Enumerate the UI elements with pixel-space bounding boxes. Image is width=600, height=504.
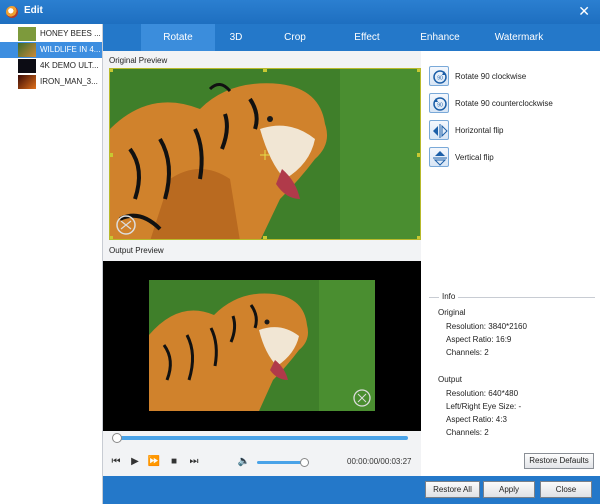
original-heading: Original <box>438 308 466 317</box>
close-icon[interactable]: ✕ <box>578 3 590 20</box>
next-icon[interactable]: ⏭ <box>187 455 201 469</box>
crop-handle[interactable] <box>263 236 267 239</box>
output-channels: Channels: 2 <box>446 428 489 437</box>
crop-handle[interactable] <box>110 236 113 239</box>
seek-handle[interactable] <box>112 433 122 443</box>
output-preview-label: Output Preview <box>109 246 164 255</box>
tab-crop[interactable]: Crop <box>267 24 323 51</box>
info-group: Info Original Resolution: 3840*2160 Aspe… <box>429 292 595 447</box>
output-heading: Output <box>438 375 463 384</box>
file-name: 4K DEMO ULT... <box>40 61 99 70</box>
restore-all-button[interactable]: Restore All <box>425 481 480 498</box>
horizontal-flip-button[interactable]: Horizontal flip <box>429 120 599 142</box>
tab-3d[interactable]: 3D <box>215 24 257 51</box>
horizontal-flip-label: Horizontal flip <box>455 126 504 135</box>
svg-text:90: 90 <box>437 103 443 109</box>
file-name: IRON_MAN_3... <box>40 77 98 86</box>
edit-window: Edit ✕ HONEY BEES ... WILDLIFE IN 4... 4… <box>0 0 600 504</box>
seek-bar[interactable] <box>112 433 408 443</box>
tiger-image <box>110 69 420 239</box>
crop-handle[interactable] <box>110 69 113 72</box>
file-item-iron-man[interactable]: IRON_MAN_3... <box>0 74 102 90</box>
original-channels: Channels: 2 <box>446 348 489 357</box>
output-eye-size: Left/Right Eye Size: - <box>446 402 522 411</box>
tiger-output-image <box>149 280 375 411</box>
tab-enhance[interactable]: Enhance <box>408 24 472 51</box>
rotate-clockwise-label: Rotate 90 clockwise <box>455 72 527 81</box>
vertical-flip-icon <box>429 147 449 167</box>
time-display: 00:00:00/00:03:27 <box>347 457 412 466</box>
rotate-clockwise-icon: 90 <box>429 66 449 86</box>
output-video <box>149 280 375 411</box>
bottom-bar: Restore All Apply Close <box>103 476 600 504</box>
volume-handle[interactable] <box>299 458 309 467</box>
app-logo-icon <box>6 6 18 18</box>
rotate-counterclockwise-button[interactable]: 90 Rotate 90 counterclockwise <box>429 93 599 115</box>
rotate-options-panel: 90 Rotate 90 clockwise 90 Rotate 90 coun… <box>421 51 600 476</box>
svg-text:90: 90 <box>437 76 443 82</box>
rotate-clockwise-button[interactable]: 90 Rotate 90 clockwise <box>429 66 599 88</box>
restore-defaults-button[interactable]: Restore Defaults <box>524 453 594 469</box>
file-list: HONEY BEES ... WILDLIFE IN 4... 4K DEMO … <box>0 24 103 504</box>
file-thumbnail <box>18 27 36 41</box>
apply-button[interactable]: Apply <box>483 481 535 498</box>
title-bar: Edit ✕ <box>0 0 600 24</box>
file-item-4k-demo[interactable]: 4K DEMO ULT... <box>0 58 102 74</box>
original-preview <box>109 68 421 240</box>
rotate-counterclockwise-label: Rotate 90 counterclockwise <box>455 99 553 108</box>
tab-bar: Rotate 3D Crop Effect Enhance Watermark <box>103 24 600 51</box>
play-icon[interactable]: ▶ <box>128 455 142 469</box>
file-name: HONEY BEES ... <box>40 29 100 38</box>
stop-icon[interactable]: ■ <box>167 455 181 469</box>
tab-watermark[interactable]: Watermark <box>483 24 555 51</box>
output-resolution: Resolution: 640*480 <box>446 389 519 398</box>
output-aspect-ratio: Aspect Ratio: 4:3 <box>446 415 507 424</box>
info-title: Info <box>439 292 459 301</box>
crop-handle[interactable] <box>263 69 267 72</box>
volume-slider[interactable] <box>257 458 309 467</box>
original-aspect-ratio: Aspect Ratio: 16:9 <box>446 335 512 344</box>
previous-icon[interactable]: ⏮ <box>109 455 123 469</box>
file-name: WILDLIFE IN 4... <box>40 45 100 54</box>
tab-rotate[interactable]: Rotate <box>141 24 215 51</box>
window-title: Edit <box>24 5 43 16</box>
file-item-honey-bees[interactable]: HONEY BEES ... <box>0 26 102 42</box>
file-thumbnail <box>18 43 36 57</box>
file-thumbnail <box>18 59 36 73</box>
crop-handle[interactable] <box>110 153 113 157</box>
horizontal-flip-icon <box>429 120 449 140</box>
file-item-wildlife[interactable]: WILDLIFE IN 4... <box>0 42 102 58</box>
vertical-flip-label: Vertical flip <box>455 153 494 162</box>
vertical-flip-button[interactable]: Vertical flip <box>429 147 599 169</box>
tab-effect[interactable]: Effect <box>335 24 399 51</box>
preview-panel: Original Preview Output Preview ⏮ ▶ ⏩ ■ … <box>103 51 421 476</box>
file-thumbnail <box>18 75 36 89</box>
fast-forward-icon[interactable]: ⏩ <box>147 455 161 469</box>
original-resolution: Resolution: 3840*2160 <box>446 322 527 331</box>
volume-icon[interactable]: 🔈 <box>237 455 251 469</box>
close-button[interactable]: Close <box>540 481 592 498</box>
original-preview-label: Original Preview <box>109 56 168 65</box>
output-preview <box>103 261 421 431</box>
rotate-counterclockwise-icon: 90 <box>429 93 449 113</box>
